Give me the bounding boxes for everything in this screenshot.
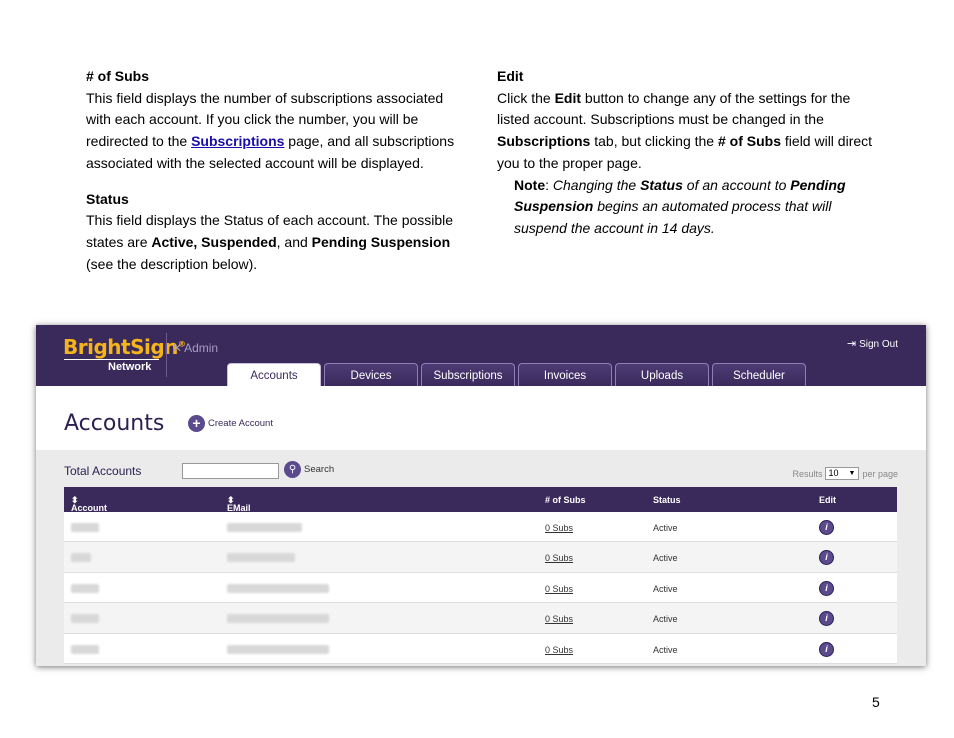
edit-icon[interactable]: i	[819, 611, 834, 627]
blurred-account	[71, 644, 99, 654]
right-text-column: Edit Click the Edit button to change any…	[497, 66, 877, 240]
search-button[interactable]: ⚲ Search	[284, 461, 334, 478]
total-accounts-label: Total Accounts	[64, 464, 142, 478]
plus-icon: +	[188, 415, 205, 432]
accounts-table: Account ⬍ EMail ⬍ # of Subs Status Edit …	[64, 487, 897, 664]
table-row: 0 Subs Active i	[64, 572, 897, 604]
edit-icon[interactable]: i	[819, 520, 834, 535]
blurred-email	[227, 644, 329, 654]
results-per-page: Results 10 ▼ per page	[792, 467, 898, 480]
tab-scheduler[interactable]: Scheduler	[712, 363, 806, 386]
app-header: BrightSign® Network ✕ Admin ⇥ Sign Out Acc…	[36, 325, 926, 386]
sign-out-button[interactable]: ⇥ Sign Out	[847, 337, 898, 350]
left-text-column: # of Subs This field displays the number…	[86, 66, 466, 275]
table-row: 0 Subs Active i	[64, 633, 897, 664]
status-text: Active	[653, 583, 678, 594]
search-icon: ⚲	[284, 461, 301, 478]
col-subs: # of Subs	[545, 495, 586, 505]
col-account[interactable]: Account ⬍	[71, 495, 107, 513]
edit-icon[interactable]: i	[819, 580, 834, 596]
status-description: This field displays the Status of each a…	[86, 212, 454, 272]
table-row: 0 Subs Active i	[64, 542, 897, 573]
tools-icon: ✕	[172, 341, 183, 355]
main-tabs: Accounts Devices Subscriptions Invoices …	[227, 363, 806, 386]
table-row: 0 Subs Active i	[64, 512, 897, 543]
blurred-email	[227, 523, 302, 532]
edit-icon[interactable]: i	[819, 550, 834, 566]
edit-icon[interactable]: i	[819, 641, 834, 657]
page-number: 5	[872, 694, 880, 710]
status-text: Active	[653, 523, 678, 533]
blurred-email	[227, 553, 295, 563]
search-input[interactable]	[182, 463, 279, 479]
tab-invoices[interactable]: Invoices	[518, 363, 612, 386]
col-status: Status	[653, 495, 681, 505]
col-edit: Edit	[819, 495, 836, 505]
chevron-down-icon: ▼	[848, 470, 856, 477]
subs-heading: # of Subs	[86, 68, 150, 84]
admin-label: ✕ Admin	[172, 341, 219, 355]
tab-devices[interactable]: Devices	[324, 363, 418, 386]
status-text: Active	[653, 644, 678, 655]
note-text: Note: Changing the Status of an account …	[514, 176, 846, 236]
blurred-account	[71, 614, 99, 624]
logo-network-label: Network	[108, 361, 152, 373]
blurred-account	[71, 583, 99, 593]
edit-heading: Edit	[497, 68, 524, 84]
blurred-account	[71, 523, 99, 532]
sign-out-icon: ⇥	[846, 338, 857, 350]
subs-description: This field displays the number of subscr…	[86, 89, 455, 171]
status-text: Active	[653, 614, 678, 625]
subs-link[interactable]: 0 Subs	[545, 553, 573, 563]
subs-link[interactable]: 0 Subs	[545, 614, 573, 624]
blurred-email	[227, 614, 329, 624]
col-email[interactable]: EMail ⬍	[227, 495, 251, 513]
results-select[interactable]: 10 ▼	[825, 467, 860, 480]
accounts-table-panel: Total Accounts ⚲ Search Results 10 ▼ per …	[36, 450, 926, 666]
subs-link[interactable]: 0 Subs	[545, 523, 573, 533]
create-account-button[interactable]: + Create Account	[188, 415, 273, 432]
brightsign-logo: BrightSign®	[63, 335, 186, 359]
status-heading: Status	[86, 190, 129, 207]
subs-link[interactable]: 0 Subs	[545, 584, 573, 594]
tab-subscriptions[interactable]: Subscriptions	[421, 363, 515, 386]
page-title: Accounts	[64, 411, 165, 436]
tab-uploads[interactable]: Uploads	[615, 363, 709, 386]
subs-link[interactable]: 0 Subs	[545, 645, 573, 655]
table-row: 0 Subs Active i	[64, 603, 897, 634]
edit-description: Click the Edit button to change any of t…	[497, 89, 873, 171]
subscriptions-link[interactable]: Subscriptions	[191, 133, 284, 149]
status-text: Active	[653, 553, 678, 564]
tab-accounts[interactable]: Accounts	[227, 363, 321, 386]
table-header: Account ⬍ EMail ⬍ # of Subs Status Edit	[64, 487, 897, 513]
blurred-account	[71, 553, 91, 563]
accounts-screenshot: BrightSign® Network ✕ Admin ⇥ Sign Out Acc…	[36, 325, 926, 666]
blurred-email	[227, 583, 329, 593]
